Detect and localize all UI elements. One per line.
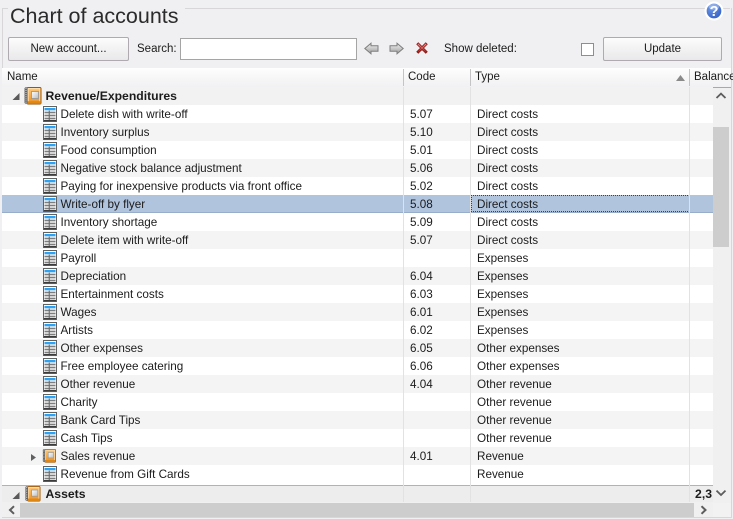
svg-text:?: ?	[710, 4, 719, 20]
